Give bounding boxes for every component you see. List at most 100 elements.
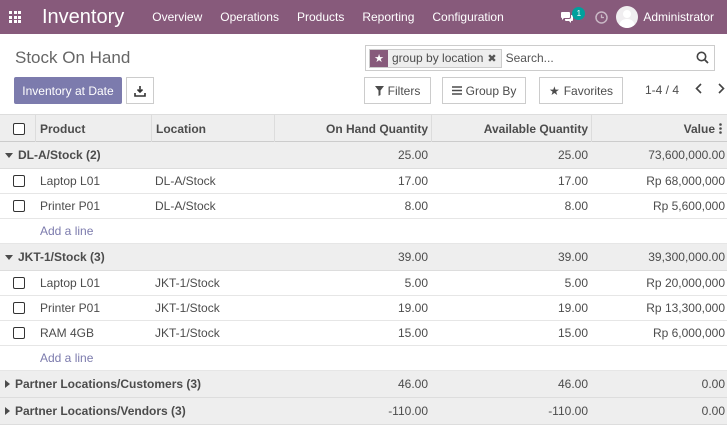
cell-value: Rp 13,300,000 [646,301,725,315]
chat-badge: 1 [572,7,586,20]
cell-on-hand: 5.00 [404,276,428,290]
cell-on-hand: 17.00 [397,174,428,188]
group-available: 46.00 [557,377,588,391]
list-icon [451,86,462,95]
cell-product: Printer P01 [40,199,101,213]
pager-previous-icon[interactable] [692,81,704,95]
header-available-quantity[interactable]: Available Quantity [431,115,588,142]
filter-icon [374,85,384,96]
table-row[interactable]: RAM 4GB JKT-1/Stock 15.00 15.00 Rp 6,000… [0,321,727,346]
group-on-hand: 39.00 [397,250,428,264]
stock-table: Product Location On Hand Quantity Availa… [0,114,727,425]
add-line-link[interactable]: Add a line [40,346,93,370]
favorites-button[interactable]: ★ Favorites [539,77,623,104]
cell-product: RAM 4GB [40,326,95,340]
header-value[interactable]: Value [591,115,715,142]
menu-products[interactable]: Products [297,10,344,24]
user-menu[interactable]: Administrator [616,6,714,28]
group-value: 73,600,000.00 [648,148,725,162]
cell-product: Laptop L01 [40,174,101,188]
caret-right-icon [5,407,10,415]
cell-location: JKT-1/Stock [155,276,220,290]
app-brand[interactable]: Inventory [42,6,124,29]
select-all-checkbox[interactable] [13,115,25,142]
row-checkbox[interactable] [13,194,25,218]
group-label: DL-A/Stock (2) [18,148,101,162]
cell-available: 19.00 [557,301,588,315]
cell-location: DL-A/Stock [155,199,216,213]
column-options-icon[interactable] [719,115,722,142]
cell-value: Rp 6,000,000 [652,326,725,340]
pager-next-icon[interactable] [715,81,727,95]
menu-operations[interactable]: Operations [220,10,279,24]
filters-button[interactable]: Filters [364,77,431,104]
menu-configuration[interactable]: Configuration [432,10,503,24]
group-on-hand: -110.00 [388,404,428,418]
group-row[interactable]: DL-A/Stock (2) 25.00 25.00 73,600,000.00 [0,142,727,169]
caret-down-icon [5,152,13,158]
apps-menu-icon[interactable] [0,0,30,34]
group-available: -110.00 [548,404,588,418]
filters-label: Filters [387,83,421,98]
header-location[interactable]: Location [156,115,206,142]
top-navbar: Inventory Overview Operations Products R… [0,0,727,34]
cell-value: Rp 68,000,000 [646,174,725,188]
group-row[interactable]: Partner Locations/Vendors (3) -110.00 -1… [0,398,727,425]
group-on-hand: 25.00 [397,148,428,162]
pager-value[interactable]: 1-4 / 4 [645,83,679,97]
search-bar: ★ group by location ✖ [365,45,715,71]
search-input[interactable] [505,51,691,65]
row-checkbox[interactable] [13,321,25,345]
table-row[interactable]: Printer P01 DL-A/Stock 8.00 8.00 Rp 5,60… [0,194,727,219]
cell-location: JKT-1/Stock [155,326,220,340]
table-row[interactable]: Printer P01 JKT-1/Stock 19.00 19.00 Rp 1… [0,296,727,321]
activity-clock-icon[interactable] [586,0,616,34]
group-row[interactable]: Partner Locations/Customers (3) 46.00 46… [0,371,727,398]
group-by-label: Group By [465,83,517,98]
cell-on-hand: 15.00 [397,326,428,340]
group-available: 39.00 [557,250,588,264]
download-button[interactable] [126,77,154,104]
group-label: Partner Locations/Vendors (3) [15,404,186,418]
cell-available: 5.00 [564,276,588,290]
cell-location: JKT-1/Stock [155,301,220,315]
cell-product: Laptop L01 [40,276,101,290]
row-checkbox[interactable] [13,271,25,295]
header-product[interactable]: Product [40,115,85,142]
facet-remove-icon[interactable]: ✖ [487,52,500,65]
group-by-button[interactable]: Group By [442,77,526,104]
table-row[interactable]: Laptop L01 DL-A/Stock 17.00 17.00 Rp 68,… [0,169,727,194]
table-row[interactable]: Laptop L01 JKT-1/Stock 5.00 5.00 Rp 20,0… [0,271,727,296]
main-menu: Overview Operations Products Reporting C… [152,10,522,24]
search-icon[interactable] [696,51,709,67]
page-title: Stock On Hand [15,48,131,67]
add-line-link[interactable]: Add a line [40,219,93,243]
menu-overview[interactable]: Overview [152,10,202,24]
chat-icon[interactable]: 1 [560,0,586,34]
caret-right-icon [5,380,10,388]
caret-down-icon [5,254,13,260]
add-line-row: Add a line [0,346,727,371]
row-checkbox[interactable] [13,169,25,193]
menu-reporting[interactable]: Reporting [362,10,414,24]
inventory-at-date-button[interactable]: Inventory at Date [14,77,122,104]
facet-label: group by location [392,51,484,65]
user-name: Administrator [643,10,714,24]
row-checkbox[interactable] [13,296,25,320]
add-line-row: Add a line [0,219,727,244]
table-header: Product Location On Hand Quantity Availa… [0,114,727,142]
header-on-hand-quantity[interactable]: On Hand Quantity [274,115,428,142]
group-label: JKT-1/Stock (3) [18,250,105,264]
group-row[interactable]: JKT-1/Stock (3) 39.00 39.00 39,300,000.0… [0,244,727,271]
cell-available: 17.00 [557,174,588,188]
cell-product: Printer P01 [40,301,101,315]
download-icon [134,85,146,97]
search-facet: ★ group by location ✖ [369,48,502,68]
group-available: 25.00 [557,148,588,162]
group-value: 0.00 [701,404,725,418]
cell-available: 15.00 [557,326,588,340]
group-value: 0.00 [701,377,725,391]
cell-value: Rp 20,000,000 [646,276,725,290]
cell-on-hand: 19.00 [397,301,428,315]
cell-value: Rp 5,600,000 [652,199,725,213]
